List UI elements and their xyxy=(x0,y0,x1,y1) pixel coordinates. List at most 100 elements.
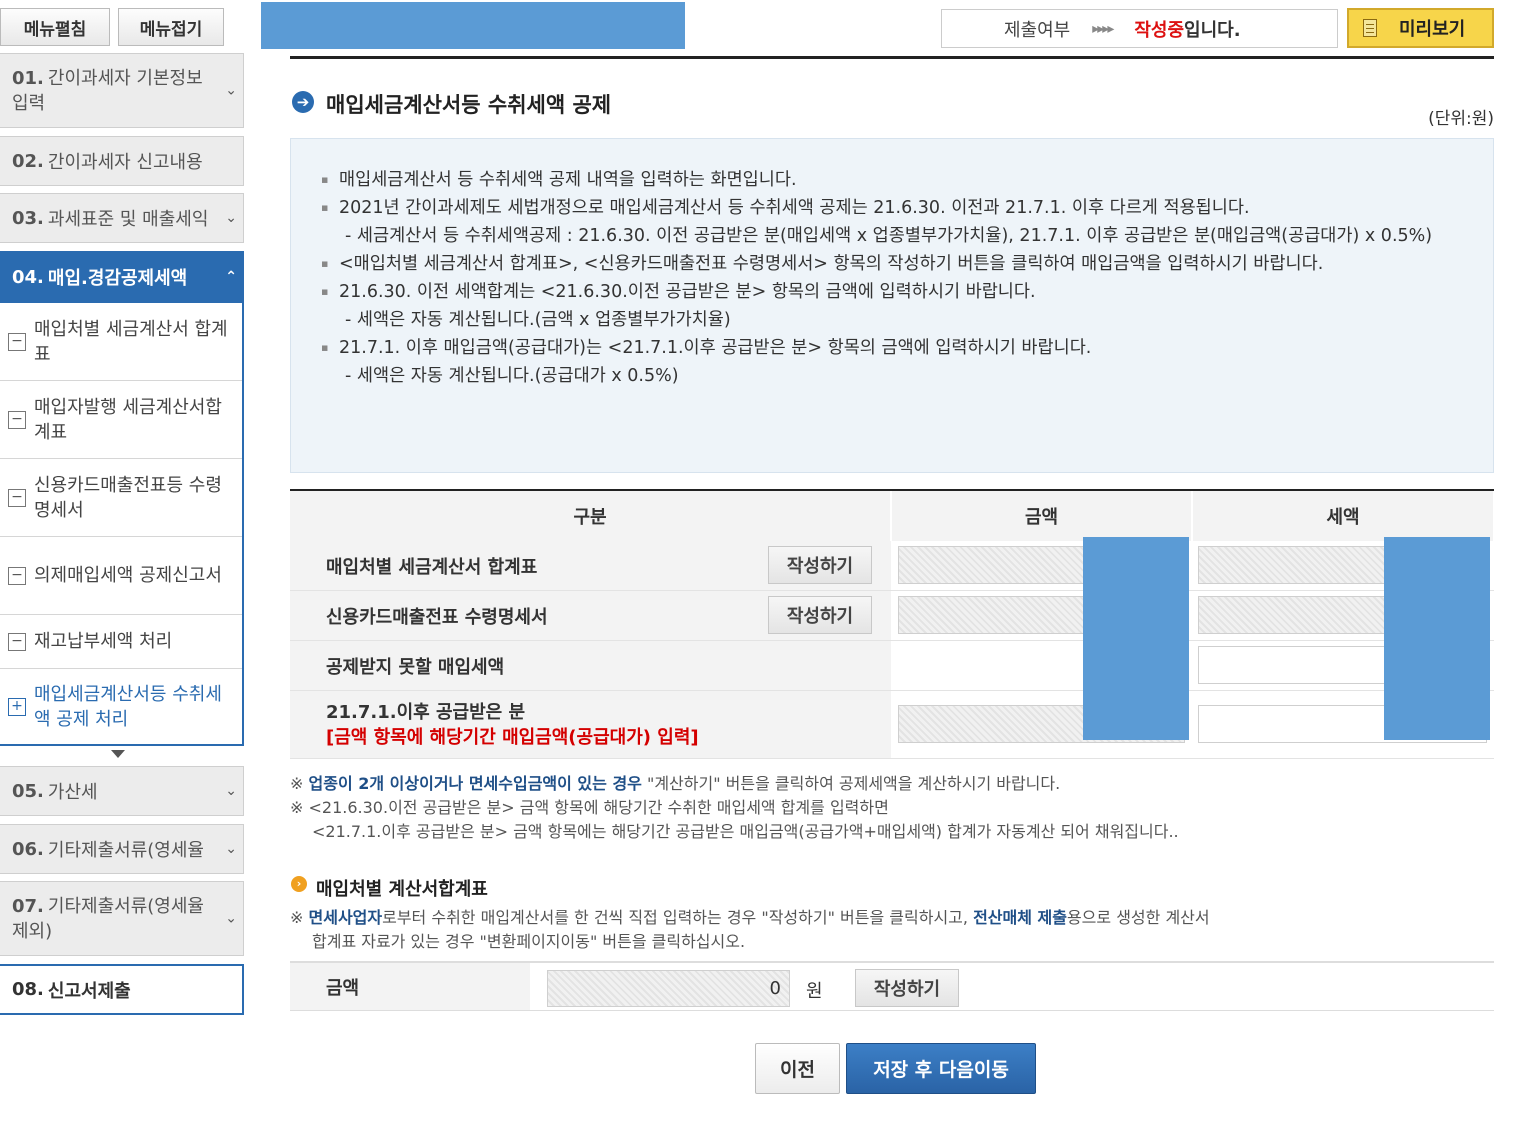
submenu-item-purchase-tax-invoice[interactable]: − 매입처별 세금계산서 합계표 xyxy=(0,303,242,381)
sidebar-item-label: 기타제출서류(영세율 xyxy=(47,840,204,861)
write-button[interactable]: 작성하기 xyxy=(855,969,959,1007)
menu-expand-button[interactable]: 메뉴펼침 xyxy=(0,8,110,46)
table-row: 신용카드매출전표 수령명세서 작성하기 xyxy=(290,591,1494,641)
row-label: 21.7.1.이후 공급받은 분 [금액 항목에 해당기간 매입금액(공급대가)… xyxy=(290,691,891,758)
redacted-region xyxy=(1083,537,1189,740)
sidebar-item-04[interactable]: 04. 매입.경감공제세액 ⌃ xyxy=(0,251,244,303)
submenu-item-label: 매입처별 세금계산서 합계표 xyxy=(34,318,228,365)
note-text: <21.6.30.이전 공급받은 분> 금액 항목에 해당기간 수취한 매입세액… xyxy=(308,798,889,817)
sidebar-item-01[interactable]: 01. 간이과세자 기본정보 입력 ⌄ xyxy=(0,53,244,128)
sidebar-item-02[interactable]: 02. 간이과세자 신고내용 xyxy=(0,136,244,186)
minus-box-icon: − xyxy=(8,410,26,429)
triangle-down-icon xyxy=(111,750,125,758)
submenu-item-credit-card-receipts[interactable]: − 신용카드매출전표등 수령명세서 xyxy=(0,459,242,537)
divider xyxy=(290,56,1494,59)
note-mark: ※ xyxy=(290,798,304,817)
sidebar-item-label: 매입.경감공제세액 xyxy=(47,268,188,289)
note-mark: ※ xyxy=(290,908,304,927)
note-mark: ※ xyxy=(290,774,304,793)
note-bold: 전산매체 제출 xyxy=(973,908,1067,927)
sidebar-item-06[interactable]: 06. 기타제출서류(영세율 ⌄ xyxy=(0,824,244,874)
note-text: 로부터 수취한 매입계산서를 한 건씩 직접 입력하는 경우 "작성하기" 버튼… xyxy=(382,908,974,927)
preview-button[interactable]: 미리보기 xyxy=(1347,8,1494,48)
chevron-down-icon: ⌄ xyxy=(225,783,237,799)
chevron-down-icon: ⌄ xyxy=(225,82,237,98)
column-header-category: 구분 xyxy=(290,491,891,541)
row-label: 공제받지 못할 매입세액 xyxy=(290,641,891,690)
submenu-item-deemed-input-tax[interactable]: − 의제매입세액 공제신고서 xyxy=(0,537,242,615)
guide-line: 21.6.30. 이전 세액합계는 <21.6.30.이전 공급받은 분> 항목… xyxy=(321,278,1463,306)
status-label: 제출여부 xyxy=(1004,19,1071,41)
note-bold: 면세사업자 xyxy=(308,908,383,927)
minus-box-icon: − xyxy=(8,488,26,507)
chevron-up-icon: ⌃ xyxy=(225,269,237,285)
redacted-region xyxy=(261,2,685,49)
note-line: ※ <21.6.30.이전 공급받은 분> 금액 항목에 해당기간 수취한 매입… xyxy=(290,796,1179,844)
submenu-item-label: 매입자발행 세금계산서합계표 xyxy=(34,396,222,443)
amount-unit: 원 xyxy=(806,981,823,1002)
menu-collapse-button[interactable]: 메뉴접기 xyxy=(118,8,224,46)
submission-status: 제출여부 ▸▸▸▸ 작성중 입니다. xyxy=(941,9,1338,48)
write-button[interactable]: 작성하기 xyxy=(768,546,872,584)
guide-line: - 세액은 자동 계산됩니다.(금액 x 업종별부가가치율) xyxy=(345,310,731,330)
row-label-text: 21.7.1.이후 공급받은 분 xyxy=(326,701,526,723)
note-text: <21.7.1.이후 공급받은 분> 금액 항목에는 해당기간 공급받은 매입금… xyxy=(312,822,1179,841)
arrow-right-circle-icon: ➔ xyxy=(292,91,314,113)
table-row: 매입처별 세금계산서 합계표 작성하기 xyxy=(290,541,1494,591)
preview-label: 미리보기 xyxy=(1399,19,1466,40)
submenu-item-invoice-tax-credit[interactable]: + 매입세금계산서등 수취세액 공제 처리 xyxy=(0,669,242,744)
submenu-item-label: 신용카드매출전표등 수령명세서 xyxy=(34,474,222,521)
table-row: 21.7.1.이후 공급받은 분 [금액 항목에 해당기간 매입금액(공급대가)… xyxy=(290,691,1494,759)
sidebar-item-number: 03. xyxy=(12,207,44,229)
status-tail: 입니다. xyxy=(1184,19,1241,41)
note-text: 용으로 생성한 계산서 xyxy=(1066,908,1210,927)
sidebar-item-label: 가산세 xyxy=(47,782,98,803)
sidebar-item-08[interactable]: 08. 신고서제출 xyxy=(0,964,244,1015)
guide-line: 매입세금계산서 등 수취세액 공제 내역을 입력하는 화면입니다. xyxy=(321,166,1463,194)
submenu-item-label: 재고납부세액 처리 xyxy=(34,631,173,652)
sidebar-item-number: 01. xyxy=(12,67,44,89)
arrows-icon: ▸▸▸▸ xyxy=(1092,20,1114,37)
write-button[interactable]: 작성하기 xyxy=(768,596,872,634)
note-text: 합계표 자료가 있는 경우 "변환페이지이동" 버튼을 클릭하십시오. xyxy=(312,932,746,951)
sidebar-item-label: 신고서제출 xyxy=(47,980,131,1002)
sidebar-item-label: 간이과세자 신고내용 xyxy=(47,152,203,173)
sidebar-item-07[interactable]: 07. 기타제출서류(영세율 제외) ⌄ xyxy=(0,881,244,956)
amount-row: 금액 0 원 작성하기 xyxy=(290,961,1494,1011)
arrow-right-circle-icon: › xyxy=(291,876,307,892)
chevron-down-icon: ⌄ xyxy=(225,910,237,926)
amount-input: 0 xyxy=(547,970,790,1007)
submenu-item-label: 매입세금계산서등 수취세액 공제 처리 xyxy=(34,683,222,730)
document-icon xyxy=(1363,19,1377,37)
chevron-down-icon: ⌄ xyxy=(225,841,237,857)
table-row: 공제받지 못할 매입세액 xyxy=(290,641,1494,691)
sidebar-item-number: 07. xyxy=(12,895,44,917)
column-header-amount: 금액 xyxy=(892,491,1192,541)
save-next-button[interactable]: 저장 후 다음이동 xyxy=(846,1043,1036,1094)
minus-box-icon: − xyxy=(8,332,26,351)
note-line: ※ 업종이 2개 이상이거나 면세수입금액이 있는 경우 "계산하기" 버튼을 … xyxy=(290,772,1060,796)
sidebar-item-number: 04. xyxy=(12,266,44,288)
unit-label: (단위:원) xyxy=(1428,109,1494,129)
note-bold: 업종이 2개 이상이거나 면세수입금액이 있는 경우 xyxy=(308,774,642,793)
sidebar-item-05[interactable]: 05. 가산세 ⌄ xyxy=(0,766,244,816)
guide-line: 21.7.1. 이후 매입금액(공급대가)는 <21.7.1.이후 공급받은 분… xyxy=(321,334,1463,362)
guide-line: - 세액은 자동 계산됩니다.(공급대가 x 0.5%) xyxy=(345,366,679,386)
minus-box-icon: − xyxy=(8,632,26,651)
guide-box: 매입세금계산서 등 수취세액 공제 내역을 입력하는 화면입니다. 2021년 … xyxy=(290,138,1494,473)
sidebar-item-label: 과세표준 및 매출세익 xyxy=(47,209,209,230)
plus-box-icon: + xyxy=(8,697,26,716)
sidebar-item-number: 05. xyxy=(12,780,44,802)
column-header-tax: 세액 xyxy=(1193,491,1494,541)
guide-line: 2021년 간이과세제도 세법개정으로 매입세금계산서 등 수취세액 공제는 2… xyxy=(321,194,1463,222)
prev-button[interactable]: 이전 xyxy=(755,1043,840,1094)
sidebar-item-number: 06. xyxy=(12,838,44,860)
submenu-item-buyer-issued-invoice[interactable]: − 매입자발행 세금계산서합계표 xyxy=(0,381,242,459)
submenu-item-label: 의제매입세액 공제신고서 xyxy=(34,565,222,586)
sidebar-item-number: 02. xyxy=(12,150,44,172)
page-title: 매입세금계산서등 수취세액 공제 xyxy=(326,93,612,117)
submenu-item-inventory-tax[interactable]: − 재고납부세액 처리 xyxy=(0,615,242,669)
amount-label: 금액 xyxy=(290,963,530,1010)
sidebar-item-03[interactable]: 03. 과세표준 및 매출세익 ⌄ xyxy=(0,193,244,243)
section-subtitle: 매입처별 계산서합계표 xyxy=(316,879,488,900)
